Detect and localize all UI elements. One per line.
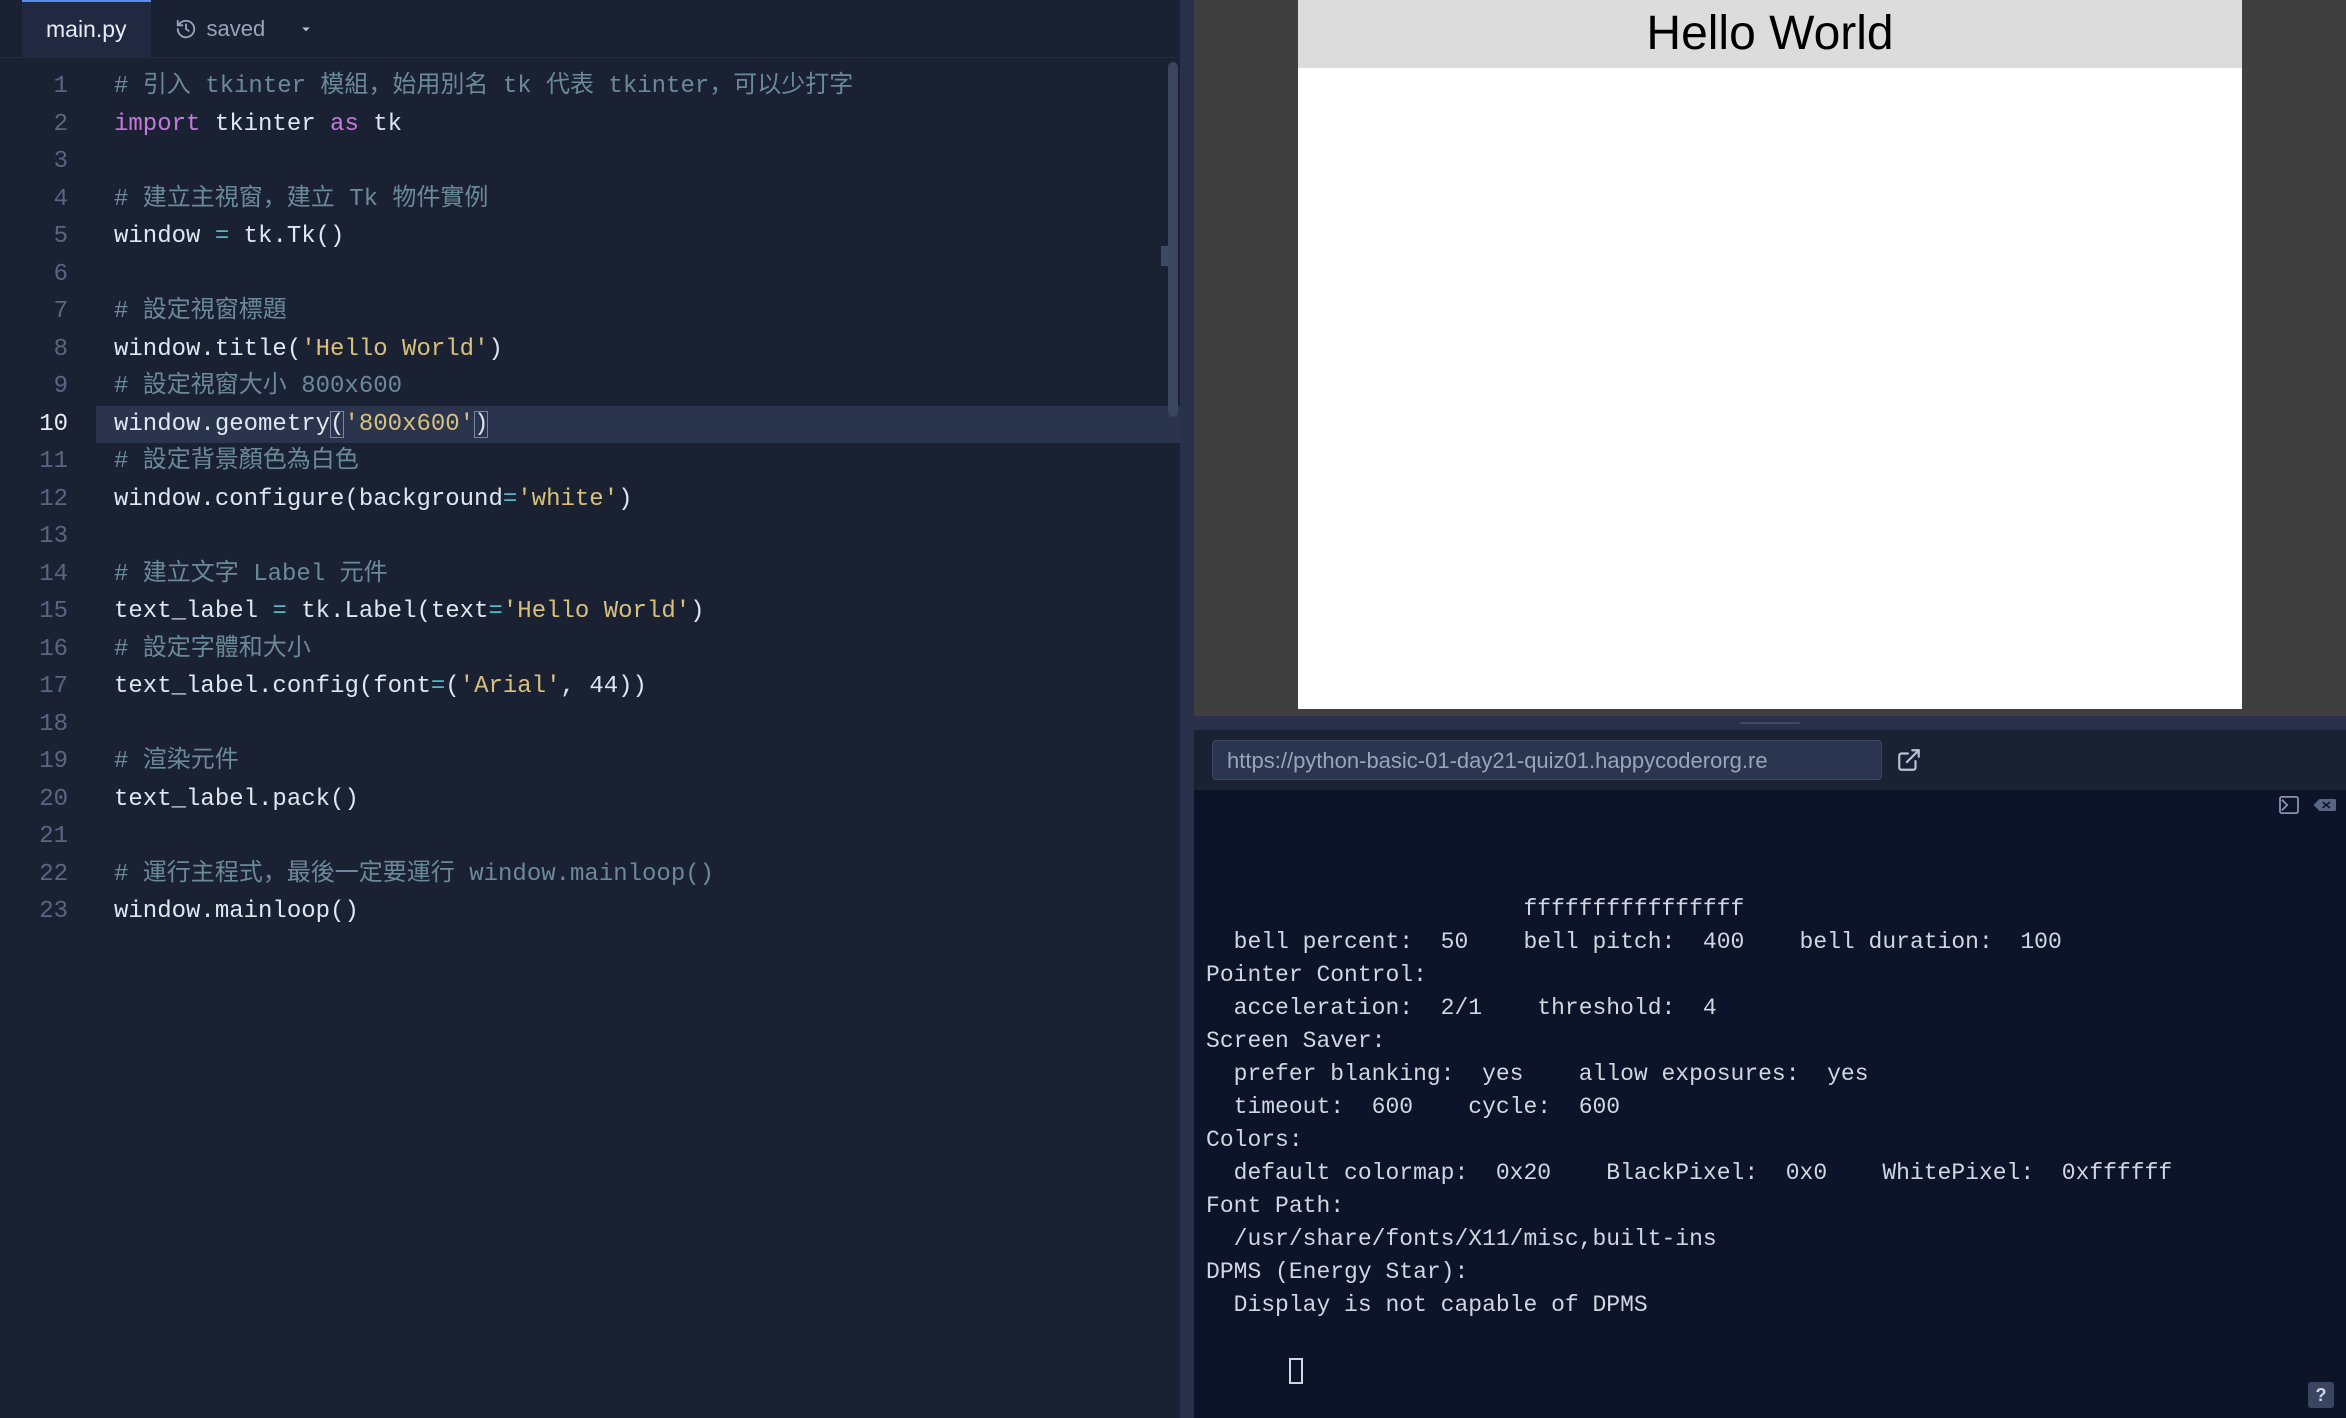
line-number: 1 [0,68,96,106]
code-line[interactable]: import tkinter as tk [114,106,1180,144]
preview-url-bar: https://python-basic-01-day21-quiz01.hap… [1194,730,2346,790]
code-line[interactable]: # 設定背景顏色為白色 [114,443,1180,481]
terminal-cursor [1289,1358,1303,1384]
vertical-splitter[interactable] [1180,0,1194,1418]
history-icon [175,18,197,40]
minimap-line-indicator [1161,246,1168,266]
preview-url-input[interactable]: https://python-basic-01-day21-quiz01.hap… [1212,740,1882,780]
line-number: 10 [0,406,96,444]
terminal-output[interactable]: ffffffffffffffff bell percent: 50 bell p… [1194,790,2346,1418]
code-line[interactable]: # 渲染元件 [114,743,1180,781]
code-line[interactable] [114,256,1180,294]
code-line[interactable]: window.geometry('800x600') [96,406,1180,444]
code-line[interactable]: # 建立主視窗，建立 Tk 物件實例 [114,181,1180,219]
tab-main-py[interactable]: main.py [22,0,151,57]
code-line[interactable] [114,518,1180,556]
code-line[interactable]: text_label.pack() [114,781,1180,819]
code-line[interactable] [114,706,1180,744]
line-number: 14 [0,556,96,594]
code-line[interactable]: # 設定視窗大小 800x600 [114,368,1180,406]
code-editor[interactable]: 1234567891011121314151617181920212223 # … [0,58,1180,1418]
chevron-down-icon[interactable] [297,20,315,38]
right-column: Hello World https://python-basic-01-day2… [1194,0,2346,1418]
line-number: 17 [0,668,96,706]
terminal-input-icon[interactable] [2278,796,2300,814]
line-number: 19 [0,743,96,781]
line-number: 16 [0,631,96,669]
editor-tab-bar: main.py saved [0,0,1180,58]
line-number: 6 [0,256,96,294]
code-content[interactable]: # 引入 tkinter 模組，始用別名 tk 代表 tkinter，可以少打字… [96,58,1180,1418]
saved-indicator: saved [175,18,316,40]
code-line[interactable]: # 設定字體和大小 [114,631,1180,669]
line-number: 15 [0,593,96,631]
terminal-toolbar [2278,796,2336,814]
line-number: 2 [0,106,96,144]
app-preview: Hello World [1194,0,2346,716]
code-line[interactable]: window = tk.Tk() [114,218,1180,256]
code-line[interactable] [114,818,1180,856]
line-number: 4 [0,181,96,219]
line-number: 23 [0,893,96,931]
code-line[interactable]: # 運行主程式，最後一定要運行 window.mainloop() [114,856,1180,894]
line-number: 12 [0,481,96,519]
line-number: 13 [0,518,96,556]
saved-label: saved [207,18,266,40]
line-number: 18 [0,706,96,744]
code-line[interactable]: text_label = tk.Label(text='Hello World'… [114,593,1180,631]
code-line[interactable]: window.mainloop() [114,893,1180,931]
line-number: 5 [0,218,96,256]
editor-pane: main.py saved 12345678910111213141516171… [0,0,1180,1418]
tk-window[interactable]: Hello World [1298,0,2243,709]
line-number: 11 [0,443,96,481]
editor-scrollbar[interactable] [1166,58,1180,1418]
code-line[interactable]: window.title('Hello World') [114,331,1180,369]
line-number: 7 [0,293,96,331]
code-line[interactable] [114,143,1180,181]
line-number-gutter: 1234567891011121314151617181920212223 [0,58,96,1418]
scrollbar-thumb[interactable] [1168,62,1178,417]
code-line[interactable]: text_label.config(font=('Arial', 44)) [114,668,1180,706]
help-button[interactable]: ? [2308,1382,2334,1408]
terminal-clear-icon[interactable] [2312,796,2336,814]
line-number: 8 [0,331,96,369]
terminal-text: ffffffffffffffff bell percent: 50 bell p… [1206,893,2330,1322]
horizontal-splitter[interactable] [1194,716,2346,730]
code-line[interactable]: # 建立文字 Label 元件 [114,556,1180,594]
line-number: 9 [0,368,96,406]
open-in-new-tab-icon[interactable] [1896,747,1922,773]
app-root: main.py saved 12345678910111213141516171… [0,0,2346,1418]
code-line[interactable]: # 設定視窗標題 [114,293,1180,331]
tk-window-title: Hello World [1298,0,2243,68]
line-number: 3 [0,143,96,181]
code-line[interactable]: # 引入 tkinter 模組，始用別名 tk 代表 tkinter，可以少打字 [114,68,1180,106]
line-number: 22 [0,856,96,894]
line-number: 21 [0,818,96,856]
code-line[interactable]: window.configure(background='white') [114,481,1180,519]
tk-window-body [1298,68,2243,709]
line-number: 20 [0,781,96,819]
